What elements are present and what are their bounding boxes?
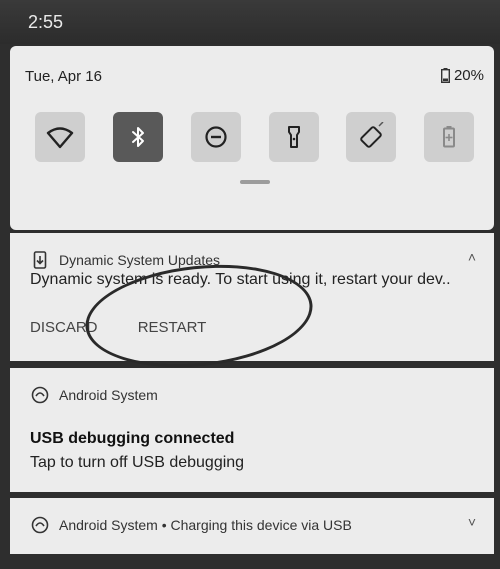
tile-flashlight[interactable] xyxy=(269,112,319,162)
system-update-icon xyxy=(33,251,47,269)
tile-auto-rotate[interactable] xyxy=(346,112,396,162)
notification-text: Tap to turn off USB debugging xyxy=(30,454,245,471)
clock: 2:55 xyxy=(28,12,64,32)
notification-app-name: Android System xyxy=(59,387,158,403)
notification-header: Android System xyxy=(31,386,158,404)
notification-dynamic-system[interactable]: Dynamic System Updates ˄ Dynamic system … xyxy=(10,233,494,361)
discard-button[interactable]: DISCARD xyxy=(30,319,98,336)
notification-header: Dynamic System Updates xyxy=(31,251,220,269)
notification-header: Android System • Charging this device vi… xyxy=(31,516,352,534)
battery-icon xyxy=(440,68,450,83)
wifi-icon xyxy=(46,127,74,149)
bluetooth-icon xyxy=(132,127,144,147)
notification-title: USB debugging connected xyxy=(30,430,235,447)
status-bar: 2:55 xyxy=(0,0,500,44)
notification-charging[interactable]: Android System • Charging this device vi… xyxy=(10,498,494,554)
notification-actions: DISCARD RESTART xyxy=(30,319,242,336)
flashlight-icon xyxy=(288,126,300,148)
tile-battery-saver[interactable] xyxy=(424,112,474,162)
notification-app-line: Android System • Charging this device vi… xyxy=(59,517,352,533)
auto-rotate-icon xyxy=(360,122,384,148)
android-system-icon xyxy=(31,516,49,534)
battery-status: 20% xyxy=(440,67,484,84)
collapse-chevron-icon[interactable]: ˄ xyxy=(468,249,476,265)
tile-wifi[interactable] xyxy=(35,112,85,162)
battery-percent: 20% xyxy=(453,67,484,84)
android-system-icon xyxy=(31,386,49,404)
tile-bluetooth[interactable] xyxy=(113,112,163,162)
restart-button[interactable]: RESTART xyxy=(138,319,207,336)
tile-do-not-disturb[interactable] xyxy=(191,112,241,162)
notification-body: Dynamic system is ready. To start using … xyxy=(30,271,451,288)
notification-app-name: Dynamic System Updates xyxy=(59,252,221,268)
battery-saver-icon xyxy=(443,126,455,148)
drag-handle[interactable] xyxy=(240,180,270,184)
do-not-disturb-icon xyxy=(205,126,227,148)
quick-settings-panel: Tue, Apr 16 20% xyxy=(10,46,494,230)
date-label: Tue, Apr 16 xyxy=(25,68,102,85)
expand-chevron-icon[interactable]: ˅ xyxy=(468,514,476,530)
notification-usb-debugging[interactable]: Android System USB debugging connected T… xyxy=(10,368,494,492)
